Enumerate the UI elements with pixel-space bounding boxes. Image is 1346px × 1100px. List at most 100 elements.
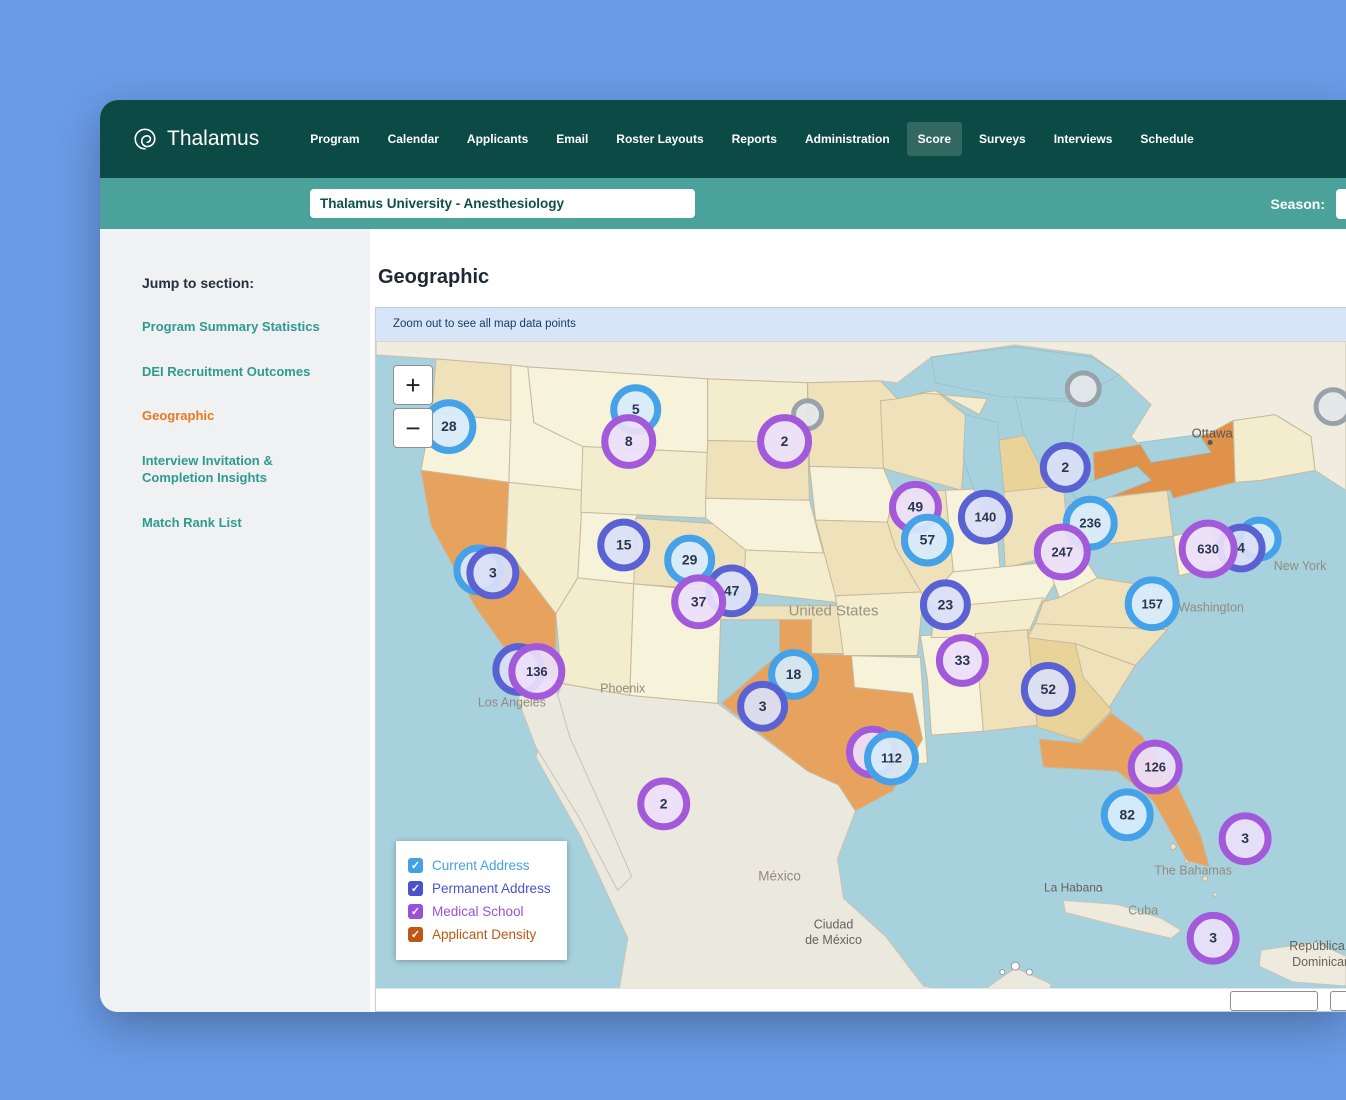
jump-links: Program Summary Statistics DEI Recruitmen… [142,318,350,531]
season-select[interactable] [1336,189,1346,219]
map-attribution-box[interactable] [1230,991,1318,1011]
map-marker-count: 18 [786,666,802,682]
map-marker-count: 29 [682,551,698,567]
top-navbar: Thalamus ProgramCalendarApplicantsEmailR… [100,100,1346,178]
map-zoom-controls: + − [393,365,433,448]
sidebar-item-interview-invitation-completion-insights[interactable]: Interview Invitation & Completion Insigh… [142,452,320,487]
main-nav: ProgramCalendarApplicantsEmailRoster Lay… [299,122,1205,156]
nav-item-roster-layouts[interactable]: Roster Layouts [605,122,714,156]
nav-item-applicants[interactable]: Applicants [456,122,539,156]
legend-label: Applicant Density [432,927,536,942]
nav-item-reports[interactable]: Reports [721,122,788,156]
map-marker-count: 8 [625,433,633,449]
legend-label: Permanent Address [432,881,551,896]
legend-checkbox-applicant-density[interactable]: ✓ [408,927,423,942]
thalamus-logo-text: Thalamus [167,127,259,151]
map-panel: Zoom out to see all map data points [375,307,1346,1012]
map-place-label: New York [1274,559,1327,573]
nav-item-program[interactable]: Program [299,122,370,156]
map-marker-count: 157 [1141,596,1163,611]
map-marker-count: 37 [691,593,707,609]
map-marker-count: 2 [1061,459,1069,475]
map-place-label: Dominicana [1292,955,1346,969]
map-marker-count: 236 [1079,516,1101,531]
sidebar-item-program-summary-statistics[interactable]: Program Summary Statistics [142,318,320,336]
nav-item-surveys[interactable]: Surveys [968,122,1037,156]
map-zoom-banner: Zoom out to see all map data points [376,308,1346,341]
map-marker-count: 23 [938,596,954,612]
map-marker-count: 4 [1237,540,1245,556]
map-place-label: México [758,869,801,884]
legend-label: Current Address [432,858,530,873]
map-marker-count: 52 [1041,681,1057,697]
app-window: Thalamus ProgramCalendarApplicantsEmailR… [100,100,1346,1012]
map-marker-count: 247 [1051,545,1073,560]
map-marker-count: 82 [1119,806,1135,822]
map-marker-count: 2 [660,795,668,811]
thalamus-logo-icon [132,126,158,152]
map-marker-count: 630 [1197,542,1219,557]
map-place-label: The Bahamas [1154,864,1232,878]
map-marker[interactable] [1067,373,1099,405]
subheader-bar: Season: [100,178,1346,229]
program-select[interactable] [310,189,695,218]
map-marker-count: 3 [489,564,497,580]
map-marker-count: 28 [441,418,457,434]
map-place-label: Ciudad [814,917,854,931]
nav-item-administration[interactable]: Administration [794,122,901,156]
map-marker-count: 126 [1144,760,1166,775]
legend-checkbox-medical-school[interactable]: ✓ [408,904,423,919]
map-marker-count: 3 [1209,930,1217,946]
map-place-label: Cuba [1128,903,1158,917]
map-attribution-box[interactable] [1330,991,1346,1011]
map-marker-count: 140 [975,510,997,525]
map-legend: ✓ Current Address ✓ Permanent Address ✓ Medic… [396,841,567,960]
sidebar-item-geographic[interactable]: Geographic [142,407,320,425]
zoom-out-button[interactable]: − [393,408,433,448]
map-place-label: de México [805,933,862,947]
zoom-in-button[interactable]: + [393,365,433,405]
map-place-label: La Habana [1044,880,1103,894]
map-marker-count: 136 [526,664,548,679]
legend-item-current-address: ✓ Current Address [408,858,551,873]
legend-checkbox-permanent-address[interactable]: ✓ [408,881,423,896]
map-marker-count: 47 [724,582,740,598]
map-place-label: United States [789,603,879,620]
legend-label: Medical School [432,904,524,919]
map-marker-count: 3 [1241,830,1249,846]
map-bottom-strip [376,988,1346,1011]
map-place-label: Washington [1178,601,1243,615]
legend-item-permanent-address: ✓ Permanent Address [408,881,551,896]
map-marker-count: 49 [908,499,924,515]
thalamus-logo[interactable]: Thalamus [132,126,259,152]
map-marker-count: 33 [955,652,971,668]
jump-to-section-heading: Jump to section: [142,275,350,291]
map-place-label: Phoenix [600,681,646,695]
main-panel: Geographic Zoom out to see all map data … [370,229,1346,1012]
sidebar-item-dei-recruitment-outcomes[interactable]: DEI Recruitment Outcomes [142,363,320,381]
legend-item-applicant-density: ✓ Applicant Density [408,927,551,942]
season-control: Season: [1271,178,1346,229]
map-container[interactable]: Ottawa New York Washington United States Pho… [376,341,1346,988]
season-label: Season: [1271,196,1325,212]
map-marker-count: 57 [920,532,936,548]
map-marker-count: 2 [781,433,789,449]
sidebar-item-match-rank-list[interactable]: Match Rank List [142,514,320,532]
map-marker-count: 15 [616,537,632,553]
sidebar: Jump to section: Program Summary Statist… [100,229,370,1012]
legend-checkbox-current-address[interactable]: ✓ [408,858,423,873]
nav-item-schedule[interactable]: Schedule [1129,122,1204,156]
map-marker-count: 3 [759,698,767,714]
map-place-label: Ottawa [1192,426,1234,441]
legend-item-medical-school: ✓ Medical School [408,904,551,919]
nav-item-score[interactable]: Score [907,122,962,156]
map-marker[interactable] [1316,390,1346,424]
nav-item-calendar[interactable]: Calendar [377,122,450,156]
page-title: Geographic [378,265,1346,289]
content-area: Jump to section: Program Summary Statist… [100,229,1346,1012]
map-marker-count: 112 [881,751,902,766]
nav-item-interviews[interactable]: Interviews [1043,122,1124,156]
nav-item-email[interactable]: Email [545,122,599,156]
map-place-label: República [1289,939,1345,953]
desktop-background: { "header": { "logo": "Thalamus", "nav":… [0,0,1346,1100]
